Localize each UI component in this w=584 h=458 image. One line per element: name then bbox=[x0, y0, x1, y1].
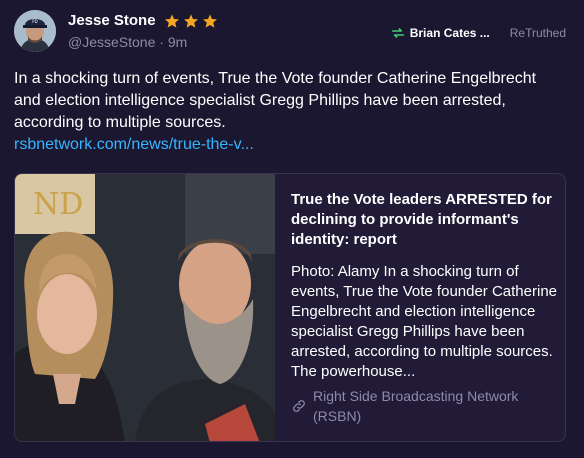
card-source-name: Right Side Broadcasting Network (RSBN) bbox=[313, 388, 519, 424]
author-handle[interactable]: @JesseStone bbox=[68, 34, 155, 50]
retruth-indicator: Brian Cates ... ReTruthed bbox=[390, 25, 566, 41]
post-link[interactable]: rsbnetwork.com/news/true-the-v... bbox=[14, 136, 254, 154]
post-time[interactable]: 9m bbox=[168, 34, 187, 50]
card-image[interactable]: ND bbox=[15, 174, 275, 441]
truth-post: PD Jesse Stone @JesseStone · 9m Brian Ca… bbox=[0, 0, 584, 458]
retruth-label: ReTruthed bbox=[509, 26, 566, 40]
card-description: Photo: Alamy In a shocking turn of event… bbox=[291, 263, 558, 380]
link-icon bbox=[293, 400, 305, 412]
card-source: Right Side Broadcasting Network (RSBN) bbox=[291, 386, 559, 426]
svg-text:PD: PD bbox=[32, 19, 38, 24]
author-avatar[interactable]: PD bbox=[14, 10, 56, 52]
post-text: In a shocking turn of events, True the V… bbox=[14, 70, 537, 131]
post-header: PD Jesse Stone @JesseStone · 9m Brian Ca… bbox=[14, 10, 566, 54]
separator: · bbox=[155, 34, 168, 50]
author-handle-row: @JesseStone · 9m bbox=[68, 34, 187, 50]
star-icon bbox=[164, 13, 179, 28]
verified-stars bbox=[164, 13, 218, 29]
retruth-user-link[interactable]: Brian Cates ... bbox=[390, 25, 490, 41]
retruth-user-name: Brian Cates ... bbox=[409, 26, 490, 40]
star-icon bbox=[183, 13, 198, 28]
svg-text:ND: ND bbox=[33, 187, 83, 222]
card-title[interactable]: True the Vote leaders ARRESTED for decli… bbox=[291, 190, 559, 250]
author-name-row: Jesse Stone bbox=[68, 12, 218, 29]
author-display-name[interactable]: Jesse Stone bbox=[68, 12, 156, 29]
retruth-icon bbox=[391, 28, 404, 38]
link-preview-card[interactable]: ND True the Vote leaders ARRESTED for de… bbox=[14, 173, 566, 442]
card-text: True the Vote leaders ARRESTED for decli… bbox=[291, 190, 559, 382]
star-icon bbox=[202, 13, 217, 28]
